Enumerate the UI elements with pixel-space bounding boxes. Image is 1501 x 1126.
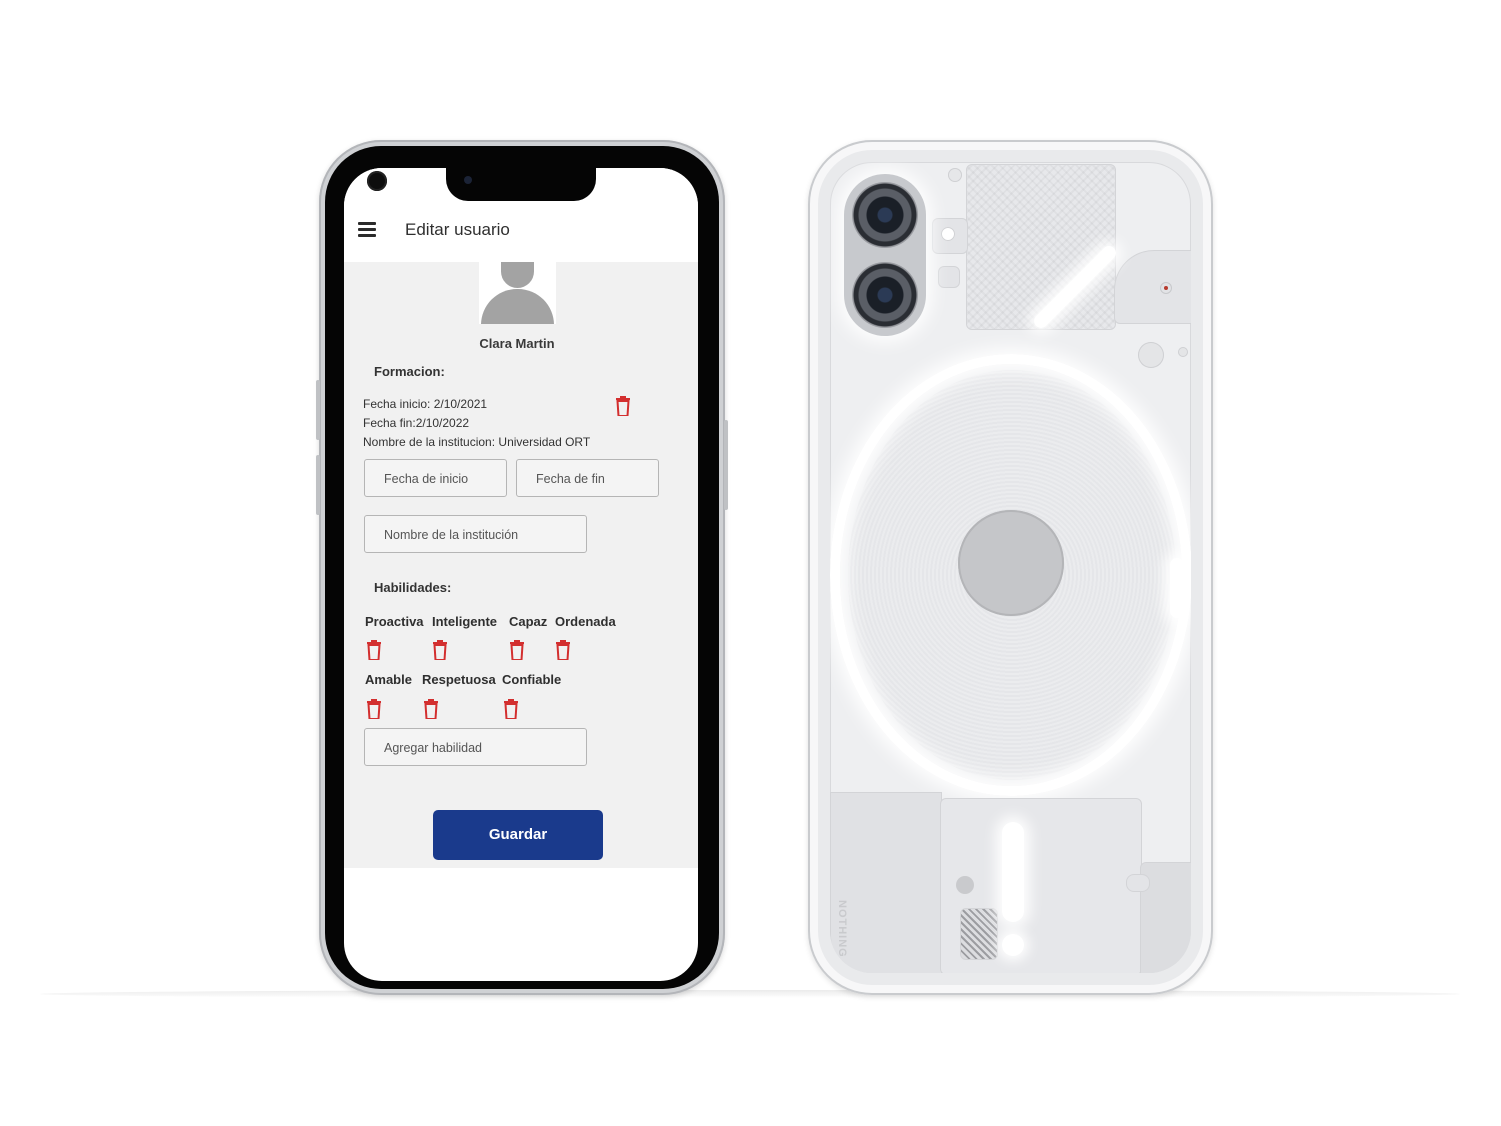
delete-skill-trash-icon[interactable] bbox=[504, 699, 518, 719]
skill-chip: Respetuosa bbox=[422, 672, 496, 687]
fecha-inicio-input[interactable]: Fecha de inicio bbox=[364, 459, 507, 497]
add-skill-input[interactable]: Agregar habilidad bbox=[364, 728, 587, 766]
screw-icon bbox=[1178, 347, 1188, 357]
front-camera-icon bbox=[464, 176, 472, 184]
formacion-fecha-fin: Fecha fin:2/10/2022 bbox=[363, 416, 470, 430]
back-panel-pad bbox=[966, 164, 1116, 330]
power-button bbox=[724, 420, 728, 510]
floor-shadow bbox=[40, 990, 1460, 998]
user-avatar-icon bbox=[479, 262, 556, 324]
hamburger-menu-icon[interactable] bbox=[358, 222, 376, 237]
skill-chip: Proactiva bbox=[365, 614, 424, 629]
user-name: Clara Martin bbox=[479, 336, 555, 351]
screw-icon bbox=[1138, 342, 1164, 368]
back-mic-icon bbox=[941, 227, 955, 241]
institucion-input[interactable]: Nombre de la institución bbox=[364, 515, 587, 553]
camera-dot-icon bbox=[367, 171, 387, 191]
skill-chip: Ordenada bbox=[555, 614, 616, 629]
delete-formacion-trash-icon[interactable] bbox=[616, 396, 630, 416]
brand-logo: NOTHING bbox=[836, 900, 848, 958]
skill-chip: Inteligente bbox=[432, 614, 498, 629]
skill-chip: Amable bbox=[365, 672, 412, 687]
delete-skill-trash-icon[interactable] bbox=[424, 699, 438, 719]
formacion-institucion: Nombre de la institucion: Universidad OR… bbox=[363, 435, 591, 449]
formacion-section-title: Formacion: bbox=[374, 364, 445, 379]
speaker-grille bbox=[960, 908, 998, 960]
delete-skill-trash-icon[interactable] bbox=[556, 640, 570, 660]
skill-chip: Confiable bbox=[502, 672, 562, 687]
camera-lens-icon bbox=[852, 182, 918, 248]
skill-chip: Capaz bbox=[509, 614, 548, 629]
page-title: Editar usuario bbox=[405, 220, 510, 239]
back-panel-pad bbox=[1126, 874, 1150, 892]
back-panel-pad bbox=[1114, 250, 1191, 324]
volume-button bbox=[316, 455, 320, 515]
formacion-fecha-inicio: Fecha inicio: 2/10/2021 bbox=[363, 397, 488, 411]
phone-back-frame: NOTHING bbox=[808, 140, 1213, 995]
delete-skill-trash-icon[interactable] bbox=[433, 640, 447, 660]
delete-skill-trash-icon[interactable] bbox=[367, 640, 381, 660]
back-panel-pad bbox=[938, 266, 960, 288]
camera-lens-icon bbox=[852, 262, 918, 328]
edit-user-form: Clara Martin Formacion: Fecha inicio: 2/… bbox=[344, 262, 698, 868]
glyph-light-vertical bbox=[1002, 822, 1024, 922]
phone-screen: Editar usuario Clara Martin Formacion: F… bbox=[344, 168, 698, 981]
sensor-dot-icon bbox=[1164, 286, 1168, 290]
rear-camera-module bbox=[844, 174, 926, 336]
screw-icon bbox=[956, 876, 974, 894]
phone-back-panel: NOTHING bbox=[830, 162, 1191, 973]
glyph-light-dot bbox=[1002, 934, 1024, 956]
fecha-fin-input[interactable]: Fecha de fin bbox=[516, 459, 659, 497]
save-button[interactable]: Guardar bbox=[433, 810, 603, 860]
habilidades-section-title: Habilidades: bbox=[374, 580, 452, 595]
delete-skill-trash-icon[interactable] bbox=[510, 640, 524, 660]
screw-icon bbox=[948, 168, 962, 182]
delete-skill-trash-icon[interactable] bbox=[367, 699, 381, 719]
volume-button bbox=[316, 380, 320, 440]
glyph-light-side bbox=[1170, 558, 1184, 618]
center-disc bbox=[958, 510, 1064, 616]
